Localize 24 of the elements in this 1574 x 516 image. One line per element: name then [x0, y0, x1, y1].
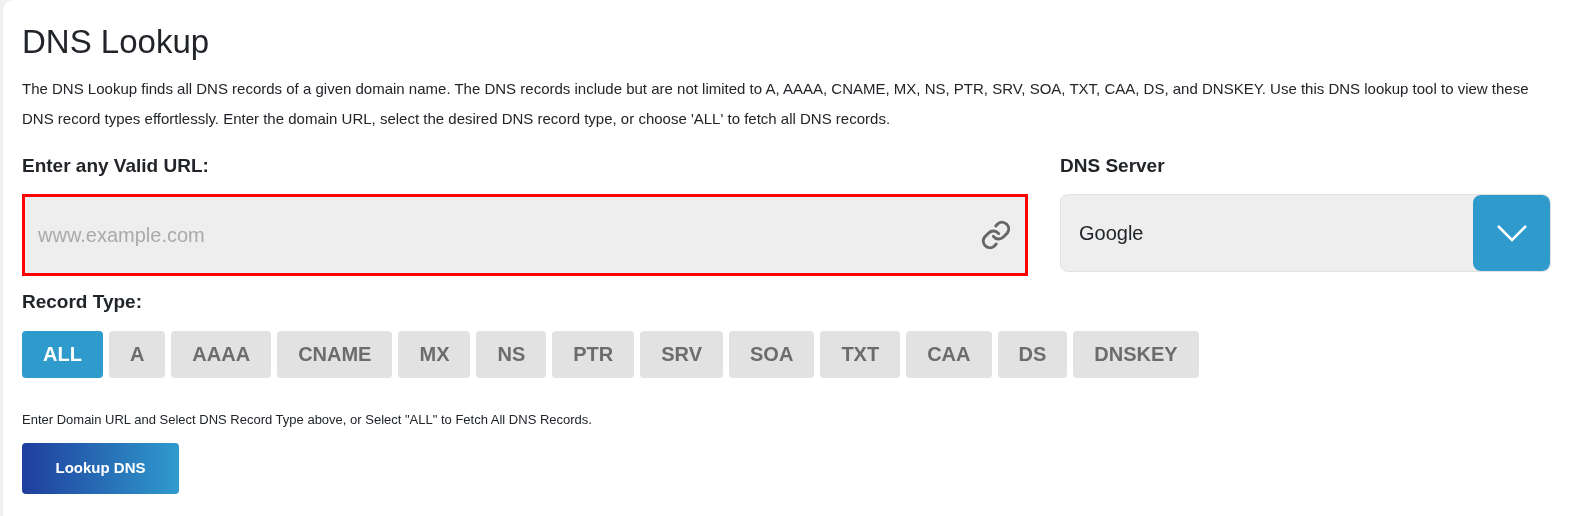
record-type-button[interactable]: CNAME: [277, 330, 393, 378]
link-icon: [980, 219, 1012, 252]
record-type-button[interactable]: MX: [398, 330, 471, 378]
record-type-button[interactable]: PTR: [552, 330, 635, 378]
record-type-button[interactable]: NS: [476, 330, 547, 378]
field-label: Enter any Valid URL:: [22, 153, 210, 178]
record-type-button[interactable]: CAA: [906, 330, 992, 378]
record-type-button[interactable]: SRV: [640, 330, 724, 378]
record-type-button[interactable]: ALL: [22, 330, 103, 378]
hint-text: Enter Domain URL and Select DNS Record Type above, or Select "ALL" to Fetch All DNS Records.: [22, 410, 593, 429]
url-input-field[interactable]: www.example.com: [22, 194, 1028, 277]
dns-server-dropdown[interactable]: Google: [1060, 194, 1551, 273]
record-type-button[interactable]: TXT: [820, 330, 901, 378]
description-text: The DNS Lookup finds all DNS records of a given domain name. The DNS records include but are not limited to A, AAAA, CNAME, MX, NS, PTR, SRV, SOA, TXT, CAA, DS, and DNSKEY. Use this DNS lookup tool to view these DNS record types effortlessly. Enter the domain URL, select the desired DNS record type, or choose 'ALL' to fetch all DNS records.: [22, 78, 1530, 129]
chevron-down-icon: [1495, 224, 1528, 243]
record-type-button[interactable]: SOA: [729, 330, 815, 378]
record-type-button[interactable]: AAAA: [171, 330, 272, 378]
lookup-dns-button[interactable]: Lookup DNS: [22, 443, 179, 495]
record-type-button[interactable]: A: [108, 330, 166, 378]
field-label: DNS Server: [1060, 153, 1166, 178]
record-type-button[interactable]: DNSKEY: [1073, 330, 1199, 378]
record-type-button[interactable]: DS: [997, 330, 1068, 378]
field-label: Record Type:: [22, 290, 143, 315]
page-title: DNS Lookup: [22, 22, 211, 62]
